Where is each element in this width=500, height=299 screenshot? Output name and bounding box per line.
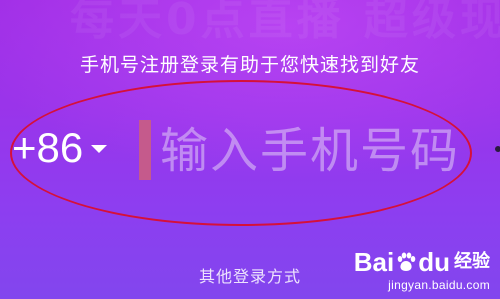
country-code-label: +86 <box>12 124 84 171</box>
baidu-logo: Bai du 经验 <box>353 247 490 277</box>
text-cursor <box>139 120 151 180</box>
dot-icon <box>495 146 500 152</box>
phone-entry-row: +86 <box>12 118 500 182</box>
baidu-jingyan-watermark: Bai du 经验 jingyan.baidu.com <box>350 248 490 292</box>
watermark-url: jingyan.baidu.com <box>388 278 490 292</box>
tagline: 手机号注册登录有助于您快速找到好友 <box>79 54 420 76</box>
paw-icon <box>395 251 417 273</box>
caret-down-icon <box>91 145 108 153</box>
login-screen: 每天0点直播 超级现场 参与活动 手机号注册登录有助于您快速找到好友 +86 其… <box>0 0 500 299</box>
phone-number-input[interactable] <box>158 120 500 182</box>
country-code-selector[interactable]: +86 <box>12 122 108 174</box>
